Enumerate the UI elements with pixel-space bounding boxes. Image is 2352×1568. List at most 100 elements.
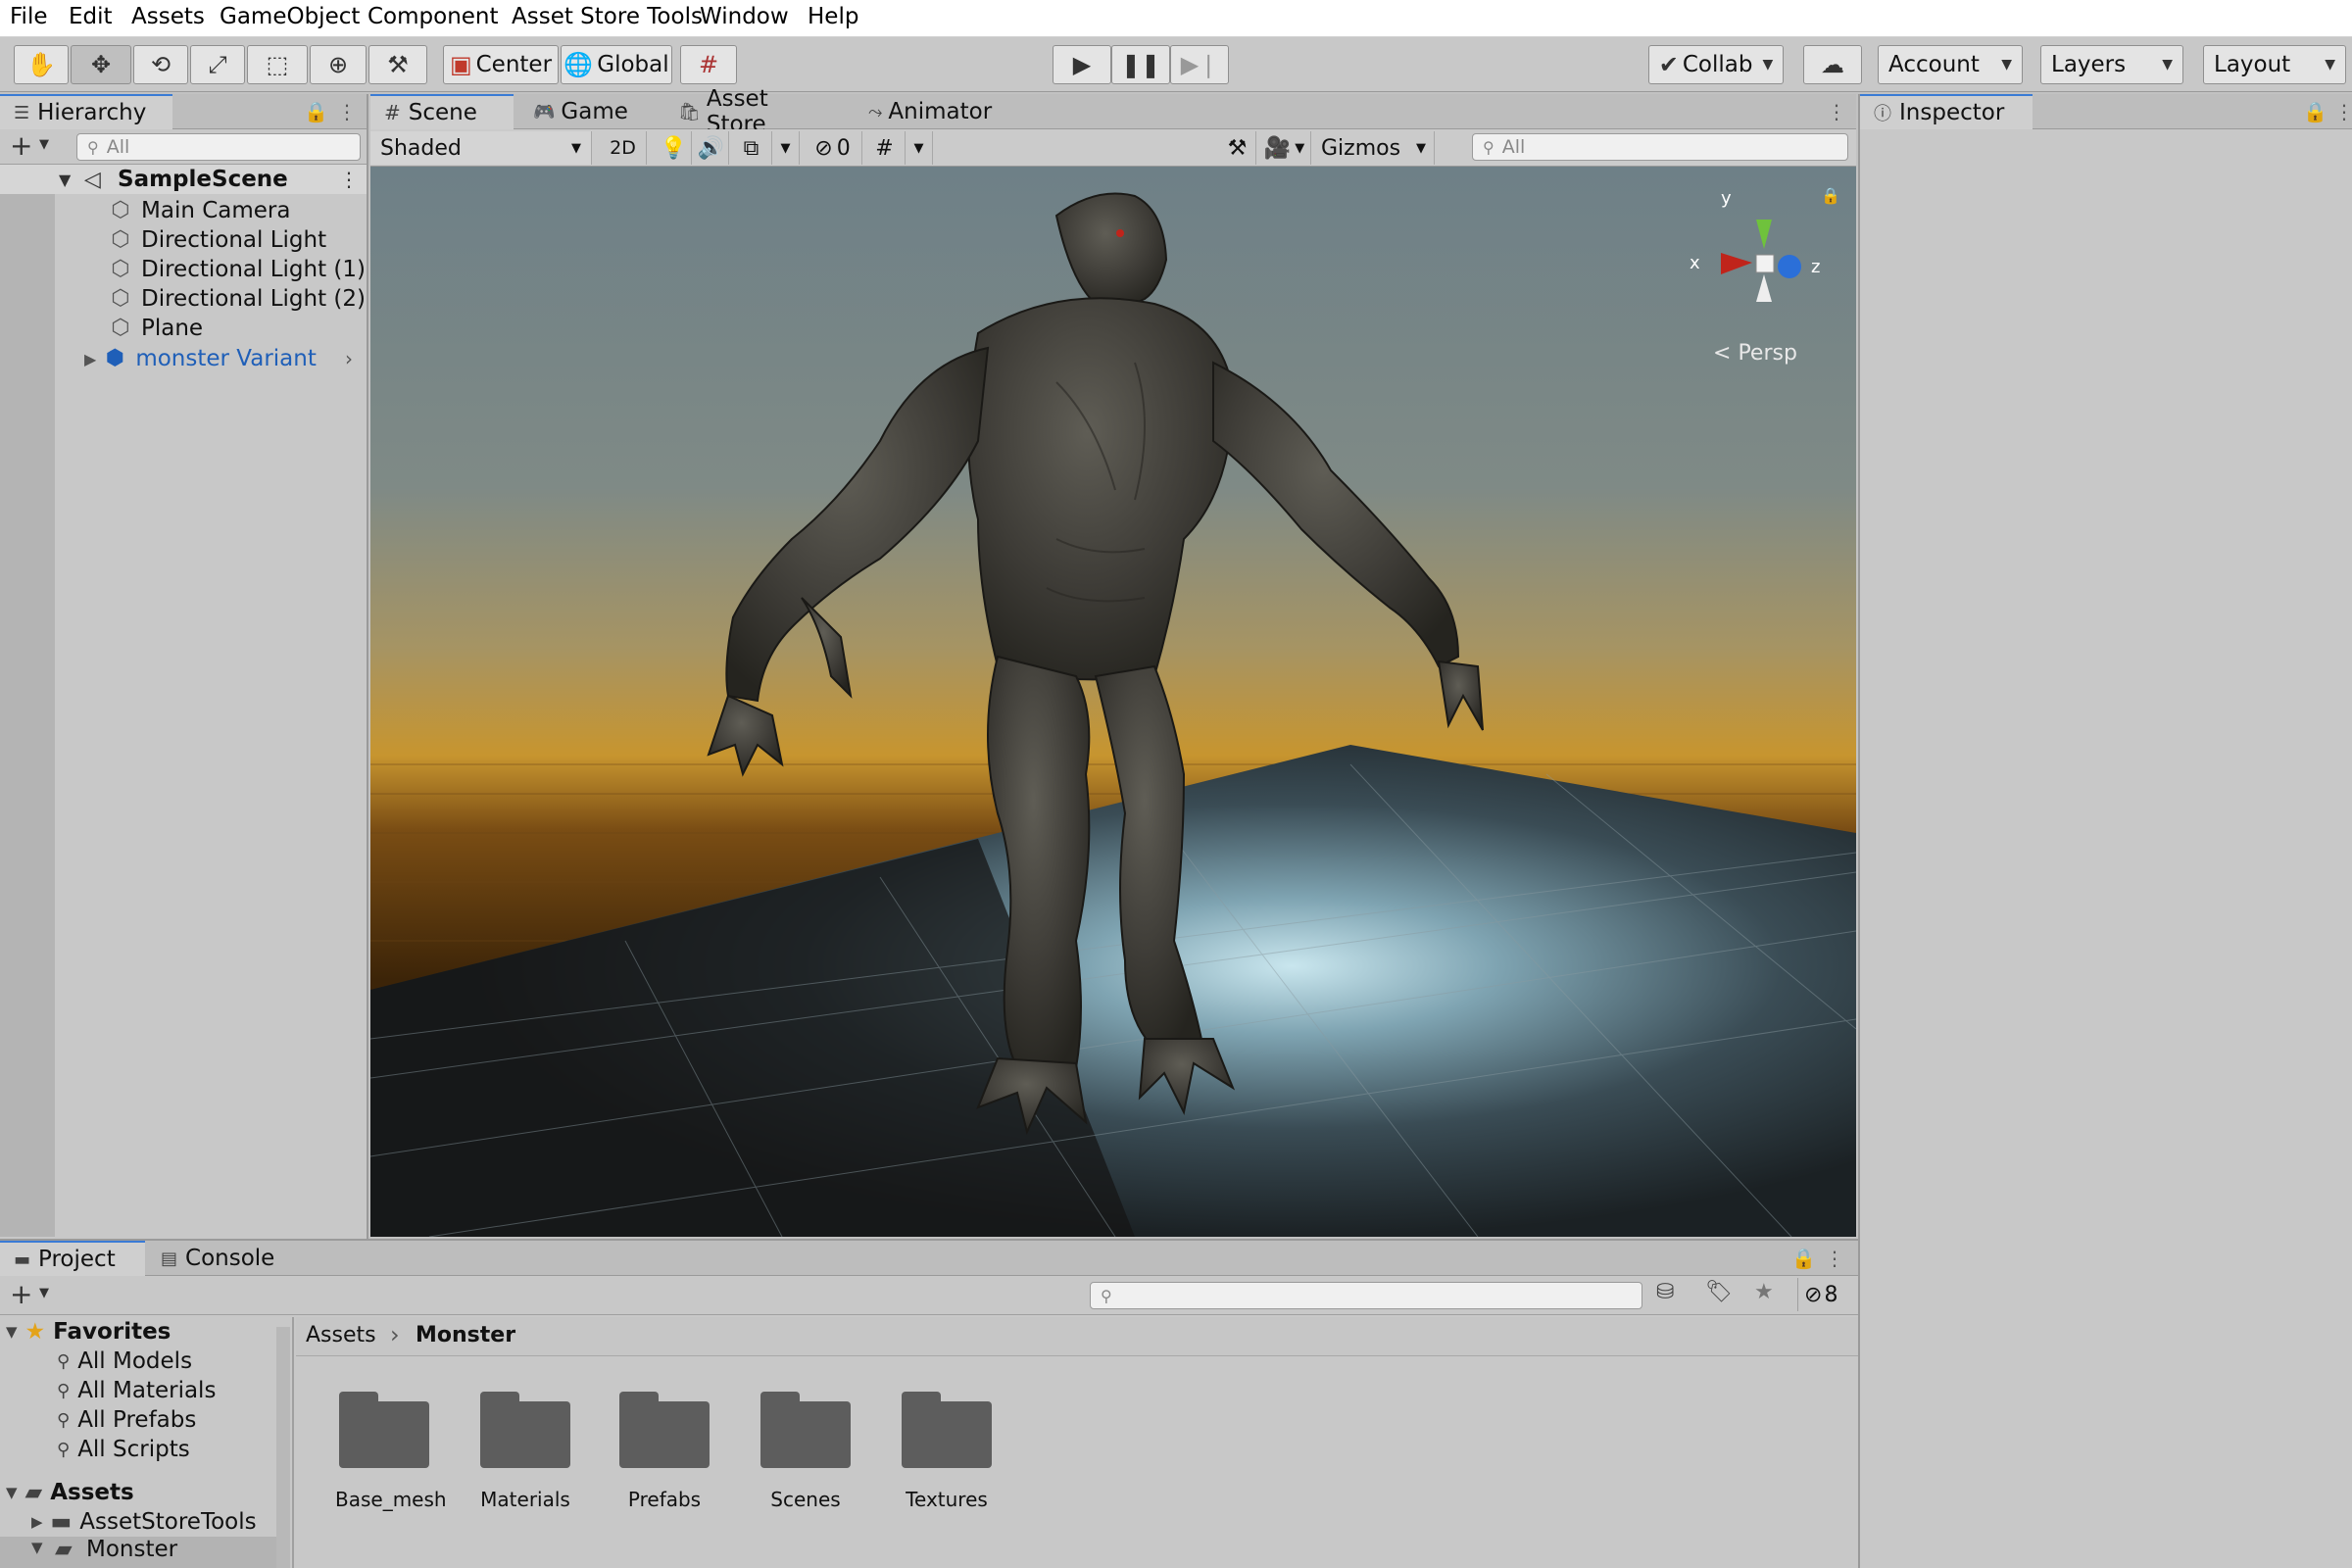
label-tag-icon[interactable]: 🏷 — [1705, 1280, 1733, 1304]
step-button[interactable]: ▶❘ — [1170, 45, 1229, 84]
gizmo-neg-y-axis[interactable] — [1756, 274, 1772, 302]
transform-tool-button[interactable]: ⊕ — [310, 45, 367, 84]
hierarchy-item[interactable]: ⬡ Directional Light (2) — [108, 284, 366, 314]
gizmo-x-axis[interactable] — [1721, 253, 1752, 274]
pivot-center-button[interactable]: ▣ Center — [443, 45, 559, 84]
collab-dropdown[interactable]: ✔ Collab ▼ — [1648, 45, 1784, 84]
tab-hierarchy[interactable]: ☰ Hierarchy — [0, 94, 172, 129]
breadcrumb-assets[interactable]: Assets — [306, 1323, 376, 1348]
hierarchy-item[interactable]: ⬡ Directional Light (1) — [108, 255, 366, 284]
hidden-objects-toggle[interactable]: ⊘ 0 — [804, 131, 862, 165]
layout-dropdown[interactable]: Layout ▼ — [2203, 45, 2346, 84]
tab-project[interactable]: ▬ Project — [0, 1241, 145, 1276]
draw-mode-dropdown[interactable]: Shaded ▼ — [370, 131, 592, 165]
folder-item[interactable]: Base_mesh — [335, 1392, 447, 1511]
projection-toggle[interactable]: < Persp — [1713, 341, 1797, 366]
lighting-toggle[interactable]: 💡 — [657, 131, 692, 165]
kebab-menu-icon[interactable]: ⋮ — [339, 168, 359, 191]
toggle-2d-button[interactable]: 2D — [600, 131, 647, 165]
star-icon[interactable]: ★ — [1754, 1280, 1774, 1304]
lock-icon[interactable]: 🔒 — [1821, 186, 1840, 205]
pause-button[interactable]: ❚❚ — [1111, 45, 1170, 84]
add-icon[interactable]: + — [10, 129, 32, 162]
kebab-menu-icon[interactable]: ⋮ — [1825, 1247, 1844, 1270]
menu-asset-store-tools[interactable]: Asset Store Tools — [512, 4, 703, 29]
kebab-menu-icon[interactable]: ⋮ — [2334, 100, 2352, 123]
expand-arrow-icon[interactable]: ▶ — [84, 350, 96, 368]
hierarchy-item[interactable]: ⬡ Main Camera — [108, 196, 290, 225]
assets-row[interactable]: ▼ ▰ Assets — [6, 1478, 134, 1507]
move-tool-button[interactable]: ✥ — [71, 45, 131, 84]
folder-item[interactable]: Materials — [476, 1392, 574, 1511]
tab-scene[interactable]: # Scene — [370, 94, 514, 129]
gizmo-center-cube[interactable] — [1755, 254, 1775, 273]
chevron-down-icon[interactable]: ▼ — [39, 1286, 49, 1300]
tab-animator[interactable]: ⤳ Animator — [855, 94, 1002, 129]
menu-edit[interactable]: Edit — [69, 4, 113, 29]
hierarchy-item[interactable]: ⬡ Directional Light — [108, 225, 326, 255]
hierarchy-item[interactable]: ⬡ Plane — [108, 314, 203, 343]
favorite-item[interactable]: ⚲ All Scripts — [57, 1435, 190, 1464]
lock-icon[interactable]: 🔒 — [2303, 100, 2328, 123]
account-dropdown[interactable]: Account ▼ — [1878, 45, 2023, 84]
kebab-menu-icon[interactable]: ⋮ — [1827, 100, 1846, 123]
hidden-packages-toggle[interactable]: ⊘ 8 — [1797, 1278, 1852, 1311]
menu-file[interactable]: File — [10, 4, 48, 29]
tab-console[interactable]: ▤ Console — [147, 1241, 294, 1276]
pivot-global-button[interactable]: 🌐 Global — [561, 45, 672, 84]
expand-arrow-icon[interactable]: ▶ — [31, 1513, 43, 1531]
favorite-item[interactable]: ⚲ All Models — [57, 1347, 192, 1376]
cloud-button[interactable]: ☁ — [1803, 45, 1862, 84]
favorite-item[interactable]: ⚲ All Materials — [57, 1376, 216, 1405]
expand-arrow-icon[interactable]: ▼ — [59, 171, 71, 189]
rotate-tool-button[interactable]: ⟲ — [133, 45, 188, 84]
tab-game[interactable]: 🎮 Game — [519, 94, 637, 129]
tree-scrollbar[interactable] — [276, 1327, 290, 1568]
tools-toggle[interactable]: ⚒ — [1219, 131, 1256, 165]
play-button[interactable]: ▶ — [1053, 45, 1111, 84]
folder-item[interactable]: Scenes — [757, 1392, 855, 1511]
hand-tool-button[interactable]: ✋ — [14, 45, 69, 84]
layers-dropdown[interactable]: Layers ▼ — [2040, 45, 2183, 84]
add-icon[interactable]: + — [10, 1278, 32, 1310]
scene-viewport[interactable]: y x z 🔒 < Persp — [370, 167, 1856, 1237]
snap-grid-button[interactable]: # — [680, 45, 737, 84]
chevron-down-icon[interactable]: ▼ — [39, 137, 49, 152]
hierarchy-search-input[interactable]: ⚲ All — [76, 133, 361, 161]
search-by-type-icon[interactable]: ⛁ — [1656, 1280, 1674, 1304]
effects-toggle[interactable]: ⧉ — [731, 131, 772, 165]
gizmos-dropdown[interactable]: Gizmos ▼ — [1313, 131, 1435, 165]
rect-tool-button[interactable]: ⬚ — [247, 45, 308, 84]
scene-search-input[interactable]: ⚲ All — [1472, 133, 1848, 161]
menu-gameobject[interactable]: GameObject — [220, 4, 360, 29]
expand-arrow-icon[interactable]: ▼ — [6, 1323, 18, 1341]
favorite-item[interactable]: ⚲ All Prefabs — [57, 1405, 196, 1435]
project-search-input[interactable]: ⚲ — [1090, 1282, 1642, 1309]
gizmo-z-axis[interactable] — [1778, 255, 1801, 278]
tab-asset-store[interactable]: 🛍 Asset Store — [664, 86, 831, 137]
hierarchy-item-prefab[interactable]: ▶ ⬢ monster Variant › — [84, 344, 367, 373]
effects-dropdown[interactable]: ▼ — [772, 131, 800, 165]
asset-folder-item[interactable]: ▶ ▬ AssetStoreTools — [31, 1507, 257, 1537]
grid-dropdown[interactable]: ▼ — [906, 131, 933, 165]
expand-arrow-icon[interactable]: ▼ — [31, 1539, 43, 1556]
camera-dropdown[interactable]: 🎥 ▼ — [1258, 131, 1311, 165]
chevron-right-icon[interactable]: › — [345, 347, 353, 370]
custom-tool-button[interactable]: ⚒ — [368, 45, 427, 84]
kebab-menu-icon[interactable]: ⋮ — [337, 100, 357, 123]
menu-assets[interactable]: Assets — [131, 4, 205, 29]
lock-icon[interactable]: 🔒 — [1791, 1247, 1816, 1270]
menu-help[interactable]: Help — [808, 4, 858, 29]
breadcrumb-monster[interactable]: Monster — [416, 1323, 515, 1348]
grid-toggle[interactable]: # — [864, 131, 906, 165]
folder-item[interactable]: Prefabs — [615, 1392, 713, 1511]
audio-toggle[interactable]: 🔊 — [694, 131, 729, 165]
menu-component[interactable]: Component — [368, 4, 499, 29]
tab-inspector[interactable]: ⓘ Inspector — [1860, 94, 2033, 129]
asset-folder-item-selected[interactable]: ▼ ▰ Monster — [0, 1537, 276, 1568]
expand-arrow-icon[interactable]: ▼ — [6, 1484, 18, 1501]
lock-icon[interactable]: 🔒 — [304, 100, 328, 123]
folder-item[interactable]: Textures — [898, 1392, 996, 1511]
scene-row[interactable]: ▼ ◁ SampleScene ⋮ — [0, 165, 367, 194]
menu-window[interactable]: Window — [700, 4, 789, 29]
